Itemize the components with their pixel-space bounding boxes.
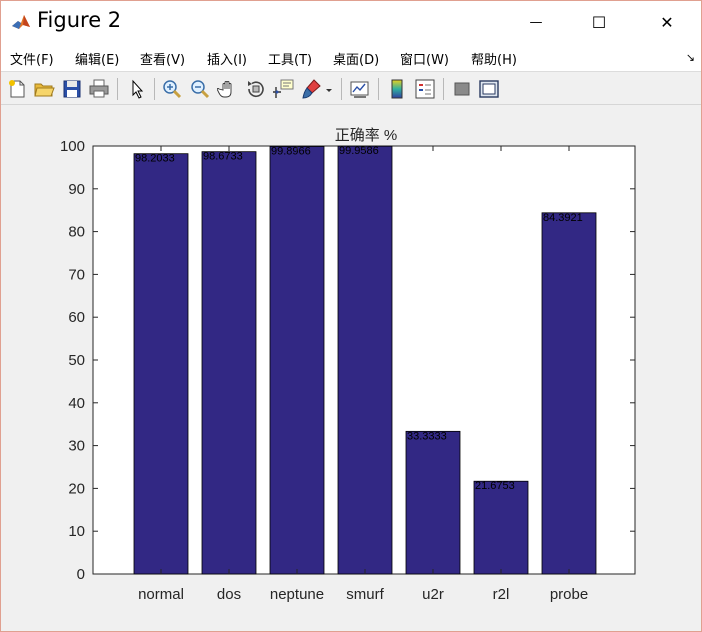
y-tick-label: 30 xyxy=(68,438,85,455)
x-tick-label-dos: dos xyxy=(217,586,241,603)
figure-toolbar xyxy=(1,71,701,105)
show-plot-tools-icon[interactable] xyxy=(478,78,500,100)
bar-normal[interactable] xyxy=(133,153,189,575)
y-tick-label: 70 xyxy=(68,266,85,283)
window-title: Figure 2 xyxy=(37,8,122,32)
y-tick-label: 80 xyxy=(68,224,85,241)
y-tick-label: 0 xyxy=(77,566,85,583)
bar-neptune[interactable] xyxy=(269,146,325,575)
menu-desktop[interactable]: 桌面(D) xyxy=(333,49,379,68)
x-tick-label-probe: probe xyxy=(550,586,588,603)
menu-file[interactable]: 文件(F) xyxy=(10,49,54,68)
bar-r2l[interactable] xyxy=(473,480,529,575)
colorbar-icon[interactable] xyxy=(386,78,408,100)
y-tick-label: 20 xyxy=(68,480,85,497)
value-label-smurf: 99.9586 xyxy=(339,145,379,157)
value-label-dos: 98.6733 xyxy=(203,151,243,163)
toolbar-separator xyxy=(341,78,342,100)
value-label-neptune: 99.8966 xyxy=(271,145,311,157)
toolbar-separator xyxy=(154,78,155,100)
value-label-u2r: 33.3333 xyxy=(407,430,447,442)
bar-dos[interactable] xyxy=(201,151,257,575)
link-plot-icon[interactable] xyxy=(349,78,371,100)
value-label-probe: 84.3921 xyxy=(543,212,583,224)
bar-probe[interactable] xyxy=(541,212,597,575)
value-label-r2l: 21.6753 xyxy=(475,480,515,492)
save-icon[interactable] xyxy=(61,78,83,100)
chart-title: 正确率 % xyxy=(335,127,398,144)
print-icon[interactable] xyxy=(88,78,110,100)
minimize-icon: — xyxy=(529,14,543,30)
figure-window: Figure 2 — ☐ ✕ 文件(F) 编辑(E) 查看(V) 插入(I) 工… xyxy=(0,0,702,632)
brush-icon[interactable] xyxy=(300,78,322,100)
menu-tools[interactable]: 工具(T) xyxy=(268,49,312,68)
minimize-button[interactable]: — xyxy=(513,1,559,43)
maximize-icon: ☐ xyxy=(591,12,607,32)
hide-plot-tools-icon[interactable] xyxy=(451,78,473,100)
x-tick-label-r2l: r2l xyxy=(493,586,510,603)
zoom-in-icon[interactable] xyxy=(161,78,183,100)
menu-window[interactable]: 窗口(W) xyxy=(400,49,449,68)
figure-canvas: 正确率 % 98.2033 98.6733 99.8966 99.9586 33.333… xyxy=(1,106,701,631)
data-cursor-icon[interactable] xyxy=(273,78,295,100)
open-file-icon[interactable] xyxy=(33,78,55,100)
matlab-logo-icon xyxy=(11,12,31,32)
bar-smurf[interactable] xyxy=(337,145,393,575)
maximize-button[interactable]: ☐ xyxy=(576,1,622,43)
menu-help[interactable]: 帮助(H) xyxy=(471,49,517,68)
new-figure-icon[interactable] xyxy=(6,78,28,100)
x-tick-label-normal: normal xyxy=(138,586,184,603)
menu-dock-icon[interactable]: ↘ xyxy=(686,51,695,64)
y-tick-label: 60 xyxy=(68,309,85,326)
toolbar-separator xyxy=(443,78,444,100)
bar-chart[interactable]: 正确率 % 98.2033 98.6733 99.8966 99.9586 33.333… xyxy=(1,106,701,631)
y-tick-label: 100 xyxy=(60,138,85,155)
x-tick-label-neptune: neptune xyxy=(270,586,324,603)
brush-dropdown-icon[interactable] xyxy=(323,78,335,100)
toolbar-separator xyxy=(378,78,379,100)
menu-edit[interactable]: 编辑(E) xyxy=(75,49,119,68)
y-tick-label: 50 xyxy=(68,352,85,369)
legend-icon[interactable] xyxy=(414,78,436,100)
bar-u2r[interactable] xyxy=(405,430,461,575)
rotate-3d-icon[interactable] xyxy=(245,78,267,100)
menu-view[interactable]: 查看(V) xyxy=(140,49,185,68)
y-tick-label: 90 xyxy=(68,181,85,198)
x-tick-label-u2r: u2r xyxy=(422,586,444,603)
y-tick-label: 40 xyxy=(68,395,85,412)
close-icon: ✕ xyxy=(660,12,674,32)
y-tick-label: 10 xyxy=(68,523,85,540)
pan-hand-icon[interactable] xyxy=(217,78,239,100)
edit-plot-arrow-icon[interactable] xyxy=(126,78,148,100)
zoom-out-icon[interactable] xyxy=(189,78,211,100)
x-tick-label-smurf: smurf xyxy=(346,586,384,603)
close-button[interactable]: ✕ xyxy=(644,1,690,43)
value-label-normal: 98.2033 xyxy=(135,153,175,165)
title-bar[interactable]: Figure 2 — ☐ ✕ xyxy=(1,1,701,43)
menu-bar: 文件(F) 编辑(E) 查看(V) 插入(I) 工具(T) 桌面(D) 窗口(W… xyxy=(1,43,701,71)
toolbar-separator xyxy=(117,78,118,100)
menu-insert[interactable]: 插入(I) xyxy=(207,49,247,68)
